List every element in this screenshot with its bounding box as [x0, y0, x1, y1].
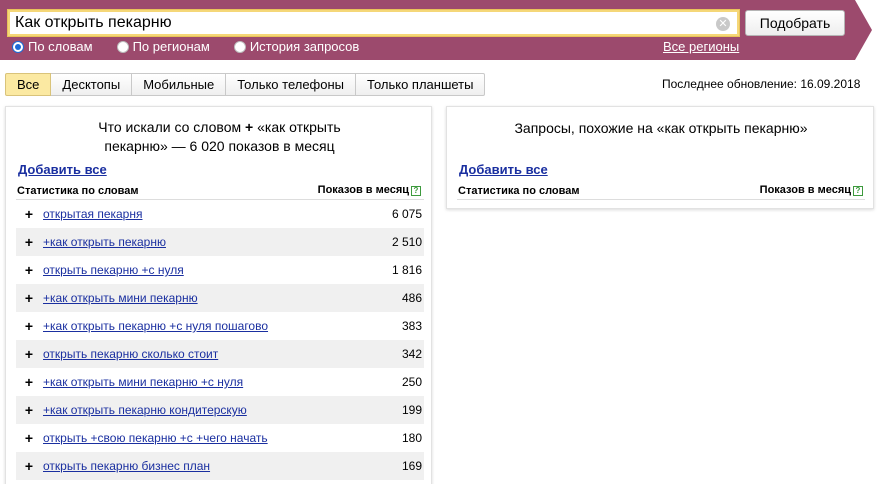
radio-checked-icon[interactable] [12, 40, 24, 53]
all-regions-link[interactable]: Все регионы [663, 39, 739, 54]
tab-mobile[interactable]: Мобильные [132, 73, 227, 96]
tab-tablets-only[interactable]: Только планшеты [356, 73, 486, 96]
plus-icon: + [245, 119, 254, 135]
col-header-count: Показов в месяц? [760, 184, 863, 196]
col-header-count: Показов в месяц? [318, 184, 421, 196]
phrase-link[interactable]: +как открыть пекарню +с нуля пошагово [43, 319, 268, 333]
table-row: + открыть пекарню +с нуля 1 816 [16, 256, 424, 284]
impressions-count: 486 [401, 291, 422, 305]
impressions-count: 250 [401, 375, 422, 389]
add-all-link[interactable]: Добавить все [459, 162, 548, 177]
words-table: + открытая пекарня 6 075 + +как открыть … [16, 200, 424, 480]
radio-label: История запросов [249, 39, 360, 54]
add-phrase-icon[interactable]: + [22, 347, 36, 361]
col-header-words: Статистика по словам [458, 185, 580, 197]
phrase-link[interactable]: +как открыть пекарню кондитерскую [43, 403, 247, 417]
radio-label: По словам [28, 39, 93, 54]
table-row: + +как открыть пекарню кондитерскую 199 [16, 396, 424, 424]
radio-query-history[interactable]: История запросов [233, 39, 360, 54]
clear-icon[interactable]: ✕ [716, 17, 730, 31]
help-icon[interactable]: ? [411, 186, 421, 196]
col-header-words: Статистика по словам [17, 185, 139, 197]
radio-unchecked-icon[interactable] [233, 40, 246, 53]
phrase-link[interactable]: открыть пекарню бизнес план [43, 459, 210, 473]
impressions-count: 1 816 [391, 263, 422, 277]
add-phrase-icon[interactable]: + [22, 431, 36, 445]
add-all-link[interactable]: Добавить все [18, 162, 107, 177]
phrase-link[interactable]: +как открыть мини пекарню [43, 291, 198, 305]
table-row: + +как открыть мини пекарню 486 [16, 284, 424, 312]
phrase-link[interactable]: +как открыть пекарню [43, 235, 166, 249]
add-phrase-icon[interactable]: + [22, 459, 36, 473]
add-phrase-icon[interactable]: + [22, 375, 36, 389]
last-update-text: Последнее обновление: 16.09.2018 [662, 77, 861, 91]
search-box: ✕ [7, 9, 740, 37]
panel-title: Что искали со словом + «как открыть пека… [6, 118, 433, 156]
device-tabs: Все Десктопы Мобильные Только телефоны Т… [5, 73, 486, 96]
impressions-count: 169 [401, 459, 422, 473]
add-phrase-icon[interactable]: + [22, 263, 36, 277]
panel-title: Запросы, похожие на «как открыть пекарню… [514, 120, 808, 136]
impressions-count: 342 [401, 347, 422, 361]
phrase-link[interactable]: открыть пекарню +с нуля [43, 263, 184, 277]
phrase-link[interactable]: открытая пекарня [43, 207, 142, 221]
table-row: + +как открыть мини пекарню +с нуля 250 [16, 368, 424, 396]
col-header-count-label: Показов в месяц [317, 184, 409, 196]
impressions-count: 180 [401, 431, 422, 445]
tab-phones-only[interactable]: Только телефоны [226, 73, 357, 96]
table-row: + открыть +свою пекарню +с +чего начать … [16, 424, 424, 452]
search-input[interactable] [8, 11, 698, 35]
impressions-count: 199 [401, 403, 422, 417]
table-row: + +как открыть пекарню +с нуля пошагово … [16, 312, 424, 340]
tab-desktops[interactable]: Десктопы [51, 73, 133, 96]
radio-label: По регионам [132, 39, 210, 54]
col-header-count-label: Показов в месяц [759, 184, 851, 196]
phrase-link[interactable]: +как открыть мини пекарню +с нуля [43, 375, 243, 389]
add-phrase-icon[interactable]: + [22, 207, 36, 221]
help-icon[interactable]: ? [853, 186, 863, 196]
search-mode-radios: По словам По регионам История запросов [12, 39, 383, 54]
table-row: + открытая пекарня 6 075 [16, 200, 424, 228]
phrase-link[interactable]: открыть +свою пекарню +с +чего начать [43, 431, 268, 445]
phrase-link[interactable]: открыть пекарню сколько стоит [43, 347, 218, 361]
table-row: + +как открыть пекарню 2 510 [16, 228, 424, 256]
add-phrase-icon[interactable]: + [22, 403, 36, 417]
table-row: + открыть пекарню бизнес план 169 [16, 452, 424, 480]
search-header: ✕ Подобрать По словам По регионам Истори… [0, 0, 880, 60]
add-phrase-icon[interactable]: + [22, 291, 36, 305]
header-divider [457, 199, 865, 200]
add-phrase-icon[interactable]: + [22, 319, 36, 333]
submit-button[interactable]: Подобрать [745, 10, 845, 36]
title-text: Что искали со словом [98, 119, 242, 135]
table-row: + открыть пекарню сколько стоит 342 [16, 340, 424, 368]
tab-all[interactable]: Все [5, 73, 52, 96]
panel-title-line2: пекарню» — 6 020 показов в месяц [104, 138, 335, 154]
panel-title-line1: Что искали со словом + «как открыть [6, 118, 433, 137]
impressions-count: 6 075 [391, 207, 422, 221]
radio-unchecked-icon[interactable] [116, 40, 129, 53]
title-text: «как открыть [257, 119, 341, 135]
impressions-count: 2 510 [391, 235, 422, 249]
radio-by-words[interactable]: По словам [12, 39, 93, 54]
add-phrase-icon[interactable]: + [22, 235, 36, 249]
words-panel: Что искали со словом + «как открыть пека… [5, 106, 432, 484]
similar-queries-panel: Запросы, похожие на «как открыть пекарню… [446, 106, 874, 209]
impressions-count: 383 [401, 319, 422, 333]
radio-by-regions[interactable]: По регионам [116, 39, 210, 54]
